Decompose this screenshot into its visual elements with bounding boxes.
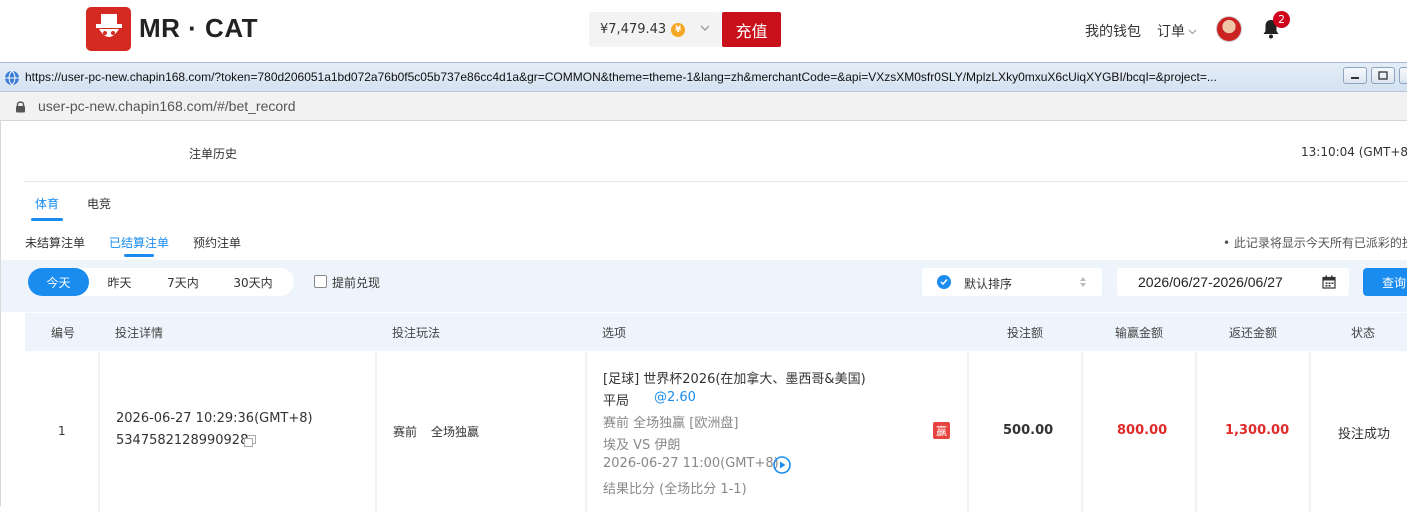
column-header-payout: 返还金额 xyxy=(1229,326,1278,340)
date-range-selector: 今天 昨天 7天内 30天内 xyxy=(28,268,294,296)
browser-favicon-icon xyxy=(5,70,19,86)
maximize-icon xyxy=(1378,71,1388,80)
subtab-unsettled[interactable]: 未结算注单 xyxy=(25,234,85,251)
notification-badge: 2 xyxy=(1273,11,1290,28)
address-url: user-pc-new.chapin168.com/#/bet_record xyxy=(38,98,296,114)
subtab-active-indicator xyxy=(124,254,154,257)
bet-status: 投注成功 xyxy=(1338,427,1391,442)
address-bar[interactable]: user-pc-new.chapin168.com/#/bet_record xyxy=(0,92,1407,121)
column-divider xyxy=(1081,352,1083,512)
check-icon xyxy=(937,275,951,289)
date-range-value: 2026/06/27-2026/06/27 xyxy=(1138,274,1283,290)
column-header-status: 状态 xyxy=(1351,326,1376,340)
column-header-index: 编号 xyxy=(51,326,76,340)
deposit-button[interactable]: 充值 xyxy=(722,12,781,47)
chevron-down-icon xyxy=(700,25,710,31)
column-header-stake: 投注额 xyxy=(1007,326,1044,340)
sort-select[interactable]: 默认排序 xyxy=(922,268,1102,296)
win-loss-amount: 800.00 xyxy=(1117,423,1168,438)
table-header: 编号 投注详情 投注玩法 选项 投注额 输赢金额 返还金额 状态 xyxy=(25,313,1407,351)
date-range-picker[interactable]: 2026/06/27-2026/06/27 xyxy=(1117,268,1349,296)
popup-window-url: https://user-pc-new.chapin168.com/?token… xyxy=(25,70,1217,84)
table-row[interactable]: 1 2026-06-27 10:29:36(GMT+8) 53475821289… xyxy=(25,352,1407,512)
date-option-yesterday[interactable]: 昨天 xyxy=(89,268,150,296)
column-header-selection: 选项 xyxy=(602,326,627,340)
bet-odds: @2.60 xyxy=(654,390,696,405)
calendar-icon xyxy=(1322,275,1336,289)
brand-logo-icon[interactable] xyxy=(86,7,131,51)
balance-dropdown[interactable]: ¥7,479.43 ¥ xyxy=(589,12,721,47)
match-teams: 埃及 VS 伊朗 xyxy=(603,438,681,453)
column-divider xyxy=(1195,352,1197,512)
maximize-button[interactable] xyxy=(1371,67,1395,84)
column-divider xyxy=(585,352,587,512)
coin-icon: ¥ xyxy=(671,22,686,37)
column-divider xyxy=(967,352,969,512)
minimize-button[interactable] xyxy=(1343,67,1367,84)
match-result: 结果比分 (全场比分 1-1) xyxy=(603,482,747,497)
orders-menu[interactable]: 订单 xyxy=(1157,21,1197,41)
top-header: MR · CAT ¥7,479.43 ¥ 充值 我的钱包 订单 2 xyxy=(0,0,1407,62)
play-market: 全场独赢 xyxy=(431,425,480,439)
orders-label: 订单 xyxy=(1157,24,1185,40)
bet-id: 5347582128990928 xyxy=(116,433,249,448)
win-tag: 赢 xyxy=(933,422,950,439)
early-cashout-label: 提前兑现 xyxy=(332,276,381,290)
column-divider xyxy=(1309,352,1311,512)
league-name: [足球] 世界杯2026(在加拿大、墨西哥&美国) xyxy=(603,372,866,387)
column-divider xyxy=(375,352,377,512)
column-header-play-type: 投注玩法 xyxy=(392,326,441,340)
page-title: 注单历史 xyxy=(189,147,238,161)
column-header-win-loss: 输赢金额 xyxy=(1115,326,1164,340)
date-option-30days[interactable]: 30天内 xyxy=(216,268,290,296)
column-header-bet-details: 投注详情 xyxy=(115,326,164,340)
bet-time: 2026-06-27 10:29:36(GMT+8) xyxy=(116,411,313,426)
play-type: 赛前 xyxy=(393,425,418,439)
early-cashout-checkbox[interactable] xyxy=(314,275,327,288)
balance-amount: ¥7,479.43 xyxy=(600,22,667,37)
server-time: 13:10:04 (GMT+8) xyxy=(1301,145,1407,159)
market-line: 赛前 全场独赢 [欧洲盘] xyxy=(603,416,739,431)
filter-bar: 今天 昨天 7天内 30天内 提前兑现 默认排序 2026/06/27-2026… xyxy=(1,260,1407,312)
stake-amount: 500.00 xyxy=(1003,423,1054,438)
bet-history-page: 注单历史 13:10:04 (GMT+8) 体育 电竞 未结算注单 已结算注单 … xyxy=(0,121,1407,512)
column-divider xyxy=(98,352,100,512)
bet-selection: 平局 xyxy=(603,394,630,409)
tab-sports[interactable]: 体育 xyxy=(35,195,59,212)
lock-icon xyxy=(16,101,25,113)
avatar[interactable] xyxy=(1216,16,1242,42)
chevron-down-icon xyxy=(1188,29,1197,34)
records-notice: • 此记录将显示今天所有已派彩的投 xyxy=(1223,236,1407,250)
divider xyxy=(23,181,1407,182)
play-video-icon[interactable] xyxy=(773,456,791,474)
my-wallet-link[interactable]: 我的钱包 xyxy=(1085,21,1141,41)
date-option-today[interactable]: 今天 xyxy=(28,268,89,296)
payout-amount: 1,300.00 xyxy=(1225,423,1290,438)
subtab-reserved[interactable]: 预约注单 xyxy=(193,234,241,251)
sort-label: 默认排序 xyxy=(964,277,1013,291)
sort-arrows-icon xyxy=(1080,277,1086,287)
tab-active-indicator xyxy=(31,218,63,221)
minimize-icon xyxy=(1351,76,1359,79)
close-window-button[interactable] xyxy=(1399,67,1407,84)
row-index: 1 xyxy=(58,424,66,438)
brand-name: MR · CAT xyxy=(139,13,259,43)
date-option-7days[interactable]: 7天内 xyxy=(150,268,216,296)
popup-window-titlebar: https://user-pc-new.chapin168.com/?token… xyxy=(0,62,1407,92)
match-time: 2026-06-27 11:00(GMT+8) xyxy=(603,456,779,471)
copy-icon[interactable] xyxy=(244,435,256,447)
subtab-settled[interactable]: 已结算注单 xyxy=(109,234,169,251)
tab-esports[interactable]: 电竞 xyxy=(87,195,111,212)
query-button[interactable]: 查询 xyxy=(1363,268,1407,296)
